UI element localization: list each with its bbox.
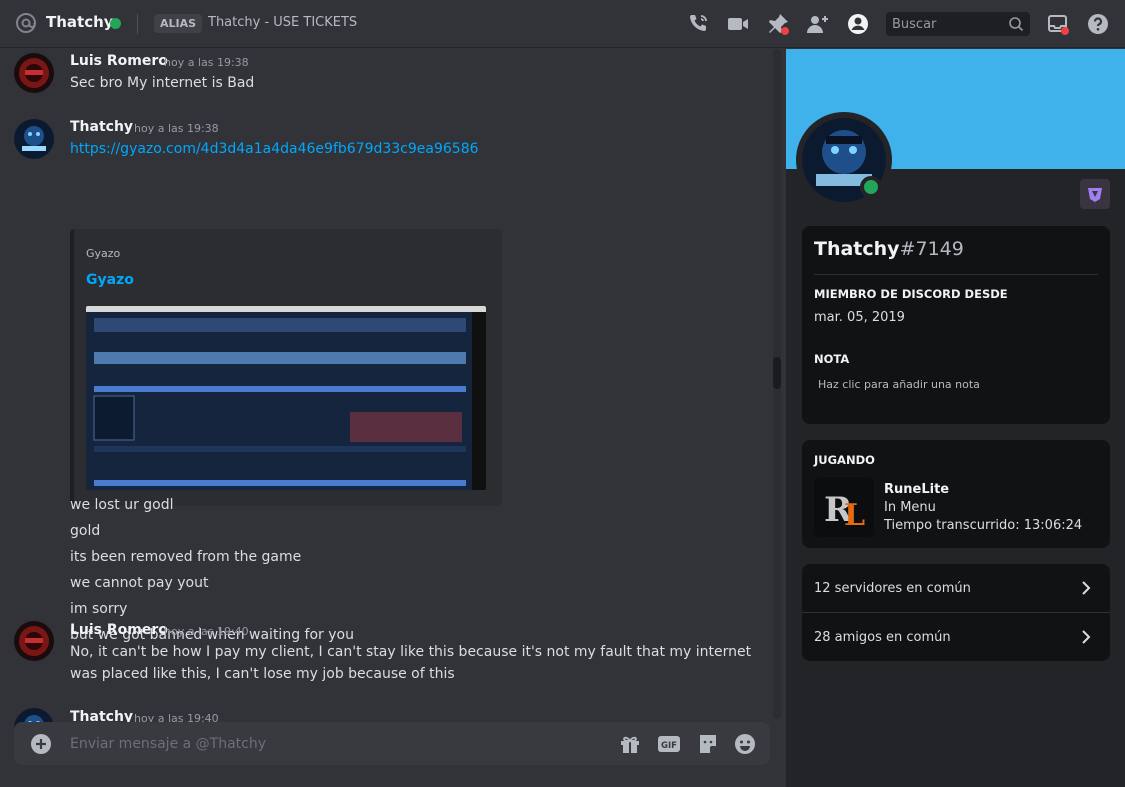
playing-heading: JUGANDO xyxy=(814,453,875,467)
nitro-badge-icon[interactable] xyxy=(1080,179,1110,209)
chevron-right-icon xyxy=(1082,581,1091,595)
profile-status-icon xyxy=(860,176,882,198)
note-input[interactable] xyxy=(814,373,1098,395)
avatar[interactable] xyxy=(14,119,54,159)
profile-info-card: Thatchy#7149 MIEMBRO DE DISCORD DESDE ma… xyxy=(802,226,1110,424)
card-divider xyxy=(814,274,1098,275)
mutual-servers-label: 12 servidores en común xyxy=(814,581,971,596)
pinned-messages-icon[interactable] xyxy=(766,12,790,36)
message-text: gold xyxy=(70,523,101,539)
message-text: No, it can't be how I pay my client, I c… xyxy=(70,644,752,660)
message-timestamp: hoy a las 19:38 xyxy=(134,122,219,135)
avatar[interactable] xyxy=(14,53,54,93)
gift-icon[interactable] xyxy=(618,732,642,756)
emoji-icon[interactable] xyxy=(733,732,757,756)
channel-header: Thatchy ALIAS Thatchy - USE TICKETS xyxy=(0,0,1125,48)
search-input[interactable] xyxy=(886,12,1006,36)
message-text: we lost ur godl xyxy=(70,497,174,513)
search-icon xyxy=(1009,17,1024,32)
user-profile-icon[interactable] xyxy=(846,12,870,36)
message-timestamp: hoy a las 19:38 xyxy=(164,56,249,69)
at-icon xyxy=(16,13,36,33)
video-call-icon[interactable] xyxy=(726,12,750,36)
alias-text: Thatchy - USE TICKETS xyxy=(208,15,358,30)
profile-discriminator: #7149 xyxy=(899,238,964,260)
message-text: was placed like this, I can't lose my jo… xyxy=(70,666,455,682)
runelite-icon[interactable]: R L xyxy=(814,477,874,537)
mutual-friends-label: 28 amigos en común xyxy=(814,630,951,645)
message-composer: GIF xyxy=(14,722,770,765)
message-text: Sec bro My internet is Bad xyxy=(70,75,255,91)
member-since-date: mar. 05, 2019 xyxy=(814,310,905,325)
mutual-friends-row[interactable]: 28 amigos en común xyxy=(802,613,1110,661)
note-heading: NOTA xyxy=(814,352,850,366)
message-author[interactable]: Thatchy xyxy=(70,119,133,135)
add-friend-icon[interactable] xyxy=(806,12,830,36)
message-author[interactable]: Luis Romero xyxy=(70,53,168,69)
profile-username[interactable]: Thatchy#7149 xyxy=(814,238,964,260)
activity-card: JUGANDO R L RuneLite In Menu Tiempo tran… xyxy=(802,440,1110,548)
sticker-icon[interactable] xyxy=(696,732,720,756)
search-box[interactable] xyxy=(886,12,1030,36)
help-icon[interactable] xyxy=(1086,12,1110,36)
header-divider xyxy=(137,14,138,34)
inbox-icon[interactable] xyxy=(1046,12,1070,36)
avatar[interactable] xyxy=(14,621,54,661)
embed-image[interactable] xyxy=(86,306,486,490)
online-status-icon xyxy=(110,18,121,29)
message-link[interactable]: https://gyazo.com/4d3d4a1a4da46e9fb679d3… xyxy=(70,141,479,157)
svg-text:L: L xyxy=(844,498,865,533)
game-elapsed-time: Tiempo transcurrido: 13:06:24 xyxy=(884,518,1083,533)
link-embed: Gyazo Gyazo xyxy=(70,229,502,506)
message-text: we cannot pay yout xyxy=(70,575,209,591)
mutuals-card: 12 servidores en común 28 amigos en comú… xyxy=(802,564,1110,661)
voice-call-icon[interactable] xyxy=(686,12,710,36)
svg-text:GIF: GIF xyxy=(661,741,677,751)
game-state: In Menu xyxy=(884,500,936,515)
embed-title[interactable]: Gyazo xyxy=(86,272,134,288)
chat-scrollbar-thumb[interactable] xyxy=(773,357,781,389)
dm-username[interactable]: Thatchy xyxy=(46,13,114,31)
mutual-servers-row[interactable]: 12 servidores en común xyxy=(802,564,1110,612)
alias-badge: ALIAS xyxy=(154,14,203,33)
member-since-heading: MIEMBRO DE DISCORD DESDE xyxy=(814,287,1008,301)
message-list: Luis Romero hoy a las 19:38 Sec bro My i… xyxy=(0,49,786,787)
user-profile-panel: Thatchy#7149 MIEMBRO DE DISCORD DESDE ma… xyxy=(786,49,1125,787)
chevron-right-icon xyxy=(1082,630,1091,644)
message-author[interactable]: Luis Romero xyxy=(70,622,168,638)
message-text: im sorry xyxy=(70,601,128,617)
embed-provider[interactable]: Gyazo xyxy=(86,247,120,260)
message-input[interactable] xyxy=(70,722,600,765)
message-timestamp: hoy a las 19:40 xyxy=(164,625,249,638)
game-name: RuneLite xyxy=(884,482,950,497)
gif-icon[interactable]: GIF xyxy=(657,732,681,756)
profile-name: Thatchy xyxy=(814,238,900,260)
add-attachment-icon[interactable] xyxy=(30,733,52,755)
message-text: its been removed from the game xyxy=(70,549,302,565)
